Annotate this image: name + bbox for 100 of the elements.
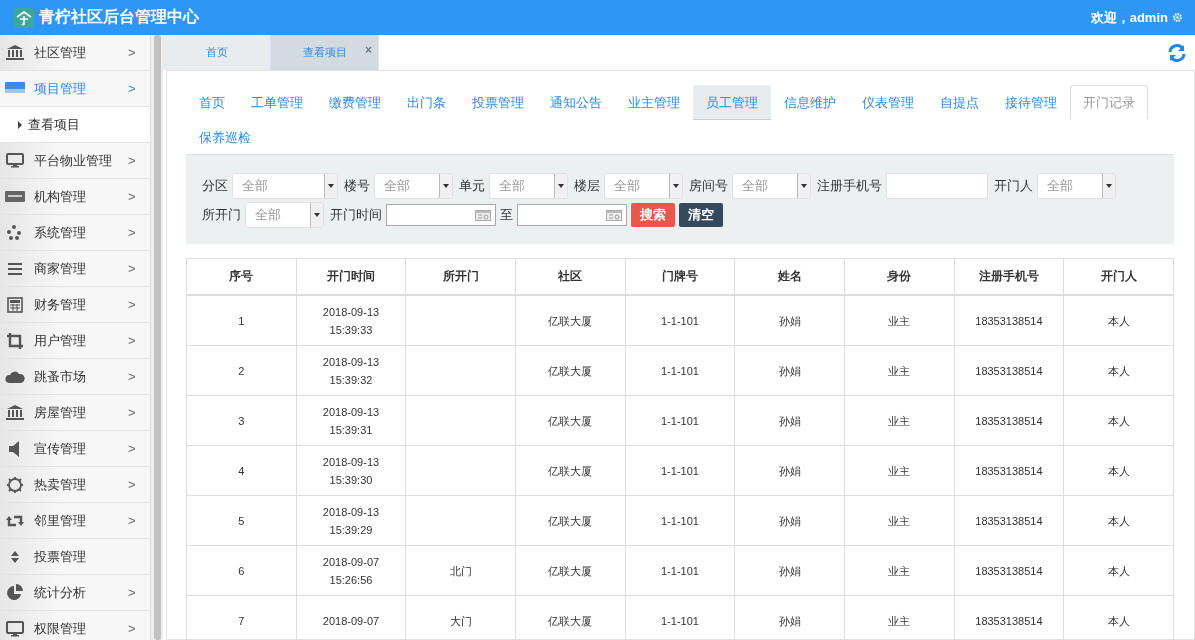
nav-tab[interactable]: 通知公告 xyxy=(537,85,615,119)
sidebar-label: 权限管理 xyxy=(34,619,87,638)
nav-tab[interactable]: 缴费管理 xyxy=(316,85,394,119)
table-cell: 孙娟 xyxy=(778,464,801,477)
refresh-icon[interactable] xyxy=(1167,42,1187,63)
table-cell: 1 xyxy=(238,314,245,327)
crop-icon xyxy=(5,330,25,351)
nav-tab[interactable]: 工单管理 xyxy=(238,85,316,119)
table-cell: 2 xyxy=(238,364,245,377)
nav-tab[interactable]: 投票管理 xyxy=(459,85,537,119)
table-cell: 1-1-101 xyxy=(661,564,699,577)
date-field[interactable] xyxy=(386,204,496,226)
sidebar-item[interactable]: 宣传管理 > xyxy=(0,431,150,467)
scrollbar[interactable] xyxy=(151,35,163,640)
button[interactable]: 搜索 xyxy=(631,203,675,227)
house-icon xyxy=(14,7,34,28)
calendar-icon xyxy=(475,209,491,221)
field-label: 楼号 xyxy=(344,177,370,195)
nav-tab[interactable]: 出门条 xyxy=(394,85,459,119)
sidebar-label: 查看项目 xyxy=(28,115,80,134)
table-cell: 18353138514 xyxy=(975,514,1043,527)
caret-icon xyxy=(558,184,564,188)
sidebar-label: 投票管理 xyxy=(34,547,87,566)
table-cell: 孙娟 xyxy=(778,514,801,527)
sidebar-item[interactable]: 跳蚤市场 > xyxy=(0,359,150,395)
nav-tab[interactable]: 接待管理 xyxy=(992,85,1070,119)
tab-label: 首页 xyxy=(205,45,228,60)
sidebar-item[interactable]: 邻里管理 > xyxy=(0,503,150,539)
table-cell: 亿联大厦 xyxy=(548,464,593,477)
table-cell: 本人 xyxy=(1107,564,1130,577)
sidebar-item[interactable]: 热卖管理 > xyxy=(0,467,150,503)
close-icon[interactable]: × xyxy=(365,43,372,57)
dropdown[interactable]: 全部 xyxy=(1037,173,1116,199)
dropdown[interactable]: 全部 xyxy=(732,173,811,199)
field-label: 分区 xyxy=(202,177,228,195)
caret-icon xyxy=(314,213,320,217)
column-header: 姓名 xyxy=(734,258,845,295)
chevron-icon: > xyxy=(128,81,150,96)
table-cell: 孙娟 xyxy=(778,614,801,627)
table-cell: 亿联大厦 xyxy=(548,614,593,627)
sidebar-item[interactable]: 商家管理 > xyxy=(0,251,150,287)
dropdown[interactable]: 全部 xyxy=(245,202,324,228)
column-header: 序号 xyxy=(186,258,297,295)
sidebar-label: 机构管理 xyxy=(34,187,87,206)
calendar-icon xyxy=(606,209,622,221)
sidebar-item[interactable]: 财务管理 > xyxy=(0,287,150,323)
table-cell: 18353138514 xyxy=(975,464,1043,477)
welcome-text: 欢迎，admin xyxy=(1090,8,1168,27)
chevron-icon: > xyxy=(128,225,150,240)
dropdown[interactable]: 全部 xyxy=(604,173,683,199)
sidebar-item[interactable]: 投票管理 xyxy=(0,539,150,575)
table-cell: 18353138514 xyxy=(975,614,1043,627)
chevron-icon: > xyxy=(128,405,150,420)
nav-tab[interactable]: 业主管理 xyxy=(615,85,693,119)
chevron-icon: > xyxy=(128,45,150,60)
input-field[interactable] xyxy=(886,173,988,199)
sidebar-label: 房屋管理 xyxy=(34,403,87,422)
table-cell: 业主 xyxy=(888,314,911,327)
field-label: 房间号 xyxy=(689,177,728,195)
nav-tab[interactable]: 员工管理 xyxy=(693,85,771,120)
date-field[interactable] xyxy=(517,204,627,226)
field-label: 所开门 xyxy=(202,206,241,224)
nav-tab[interactable]: 自提点 xyxy=(927,85,992,119)
page-tab[interactable]: 查看项目 × xyxy=(271,35,379,70)
table-cell: 5 xyxy=(238,514,245,527)
sidebar-item[interactable]: 房屋管理 > xyxy=(0,395,150,431)
chevron-icon: > xyxy=(128,621,150,636)
sidebar-item[interactable]: 机构管理 > xyxy=(0,179,150,215)
button[interactable]: 清空 xyxy=(679,203,723,227)
sidebar-item[interactable]: 平台物业管理 > xyxy=(0,143,150,179)
monitor-icon xyxy=(5,150,25,171)
sidebar-label: 社区管理 xyxy=(34,43,87,62)
table-cell: 业主 xyxy=(888,364,911,377)
table-cell: 4 xyxy=(238,464,245,477)
sidebar-subitem[interactable]: 查看项目 xyxy=(0,107,150,143)
table-cell: 1-1-101 xyxy=(661,464,699,477)
field-label: 单元 xyxy=(459,177,485,195)
nav-tab[interactable]: 仪表管理 xyxy=(849,85,927,119)
nav-tab[interactable]: 开门记录 xyxy=(1070,85,1148,119)
sidebar-item[interactable]: 系统管理 > xyxy=(0,215,150,251)
sidebar-item[interactable]: 用户管理 > xyxy=(0,323,150,359)
chevron-icon: > xyxy=(128,189,150,204)
table-cell: 2018-09-07 xyxy=(322,614,380,627)
table-cell: 孙娟 xyxy=(778,564,801,577)
nav-tab[interactable]: 信息维护 xyxy=(771,85,849,119)
sidebar-item[interactable]: 社区管理 > xyxy=(0,35,150,71)
sidebar-label: 平台物业管理 xyxy=(34,151,113,170)
column-header: 身份 xyxy=(844,258,955,295)
dropdown[interactable]: 全部 xyxy=(374,173,453,199)
nav-tab[interactable]: 首页 xyxy=(186,85,238,119)
nav-tab[interactable]: 保养巡检 xyxy=(186,120,264,154)
field-label: 至 xyxy=(500,206,513,224)
sidebar-label: 财务管理 xyxy=(34,295,87,314)
sidebar-label: 用户管理 xyxy=(34,331,87,350)
table-cell: 亿联大厦 xyxy=(548,564,593,577)
sidebar-item[interactable]: 统计分析 > xyxy=(0,575,150,611)
dropdown[interactable]: 全部 xyxy=(232,173,338,199)
table-cell: 孙娟 xyxy=(778,364,801,377)
dropdown[interactable]: 全部 xyxy=(489,173,568,199)
page-tab[interactable]: 首页 xyxy=(163,35,271,70)
